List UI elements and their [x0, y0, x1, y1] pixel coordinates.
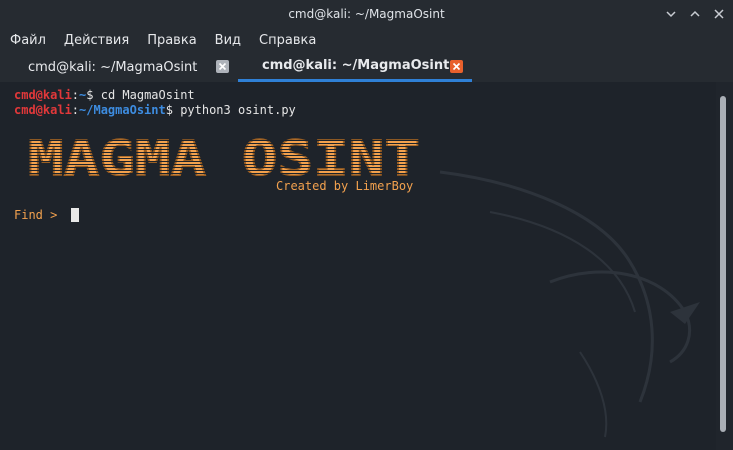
prompt-separator: :: [71, 103, 80, 117]
title-bar[interactable]: cmd@kali: ~/MagmaOsint: [0, 0, 733, 28]
prompt-path: ~/MagmaOsint: [79, 103, 166, 117]
close-icon: [714, 9, 724, 19]
tab-label: cmd@kali: ~/MagmaOsint: [28, 59, 198, 75]
tab-close-button[interactable]: [450, 60, 463, 73]
terminal-lines: cmd@kali:~$ cd MagmaOsint cmd@kali:~/Magm…: [14, 88, 296, 118]
text-cursor: [70, 208, 79, 222]
chevron-down-icon: [666, 11, 676, 18]
tab-label: cmd@kali: ~/MagmaOsint: [262, 58, 450, 73]
menu-edit[interactable]: Правка: [147, 33, 196, 48]
banner-credit: Created by LimerBoy: [276, 179, 414, 193]
prompt-user: cmd@kali: [14, 103, 72, 117]
maximize-button[interactable]: [687, 6, 703, 22]
close-button[interactable]: [711, 6, 727, 22]
find-prompt: Find >: [14, 208, 65, 222]
tab-bar: cmd@kali: ~/MagmaOsint cmd@kali: ~/Magma…: [0, 52, 733, 82]
tab-close-button[interactable]: [216, 60, 229, 73]
window-controls: [663, 6, 727, 22]
menu-bar: Файл Действия Правка Вид Справка: [0, 28, 733, 52]
terminal-line: cmd@kali:~/MagmaOsint$ python3 osint.py: [14, 103, 296, 118]
prompt-command: python3 osint.py: [180, 103, 296, 117]
find-prompt-line[interactable]: Find >: [14, 208, 79, 222]
ascii-banner: MAGMA OSINT: [28, 132, 421, 182]
terminal-window: cmd@kali: ~/MagmaOsint Файл Действия Пра…: [0, 0, 733, 450]
close-icon: [452, 62, 461, 71]
minimize-button[interactable]: [663, 6, 679, 22]
ascii-banner-text: MAGMA OSINT: [28, 132, 420, 182]
close-icon: [218, 62, 227, 71]
prompt-separator: :: [71, 88, 80, 102]
prompt-symbol: $: [86, 88, 101, 102]
prompt-user: cmd@kali: [14, 88, 72, 102]
tab-terminal-2-active[interactable]: cmd@kali: ~/MagmaOsint: [238, 52, 472, 82]
chevron-up-icon: [690, 10, 700, 17]
scrollbar-thumb[interactable]: [720, 96, 726, 432]
terminal-output-area[interactable]: cmd@kali:~$ cd MagmaOsint cmd@kali:~/Magm…: [0, 82, 716, 450]
prompt-command: cd MagmaOsint: [100, 88, 195, 102]
tab-terminal-1[interactable]: cmd@kali: ~/MagmaOsint: [0, 52, 238, 82]
prompt-symbol: $: [165, 103, 181, 117]
terminal-line: cmd@kali:~$ cd MagmaOsint: [14, 88, 296, 103]
menu-view[interactable]: Вид: [215, 33, 241, 48]
vertical-scrollbar[interactable]: [716, 82, 733, 450]
kali-dragon-watermark-icon: [439, 170, 700, 438]
menu-file[interactable]: Файл: [10, 33, 46, 48]
menu-actions[interactable]: Действия: [64, 33, 129, 48]
window-title: cmd@kali: ~/MagmaOsint: [288, 7, 445, 21]
menu-help[interactable]: Справка: [259, 33, 316, 48]
